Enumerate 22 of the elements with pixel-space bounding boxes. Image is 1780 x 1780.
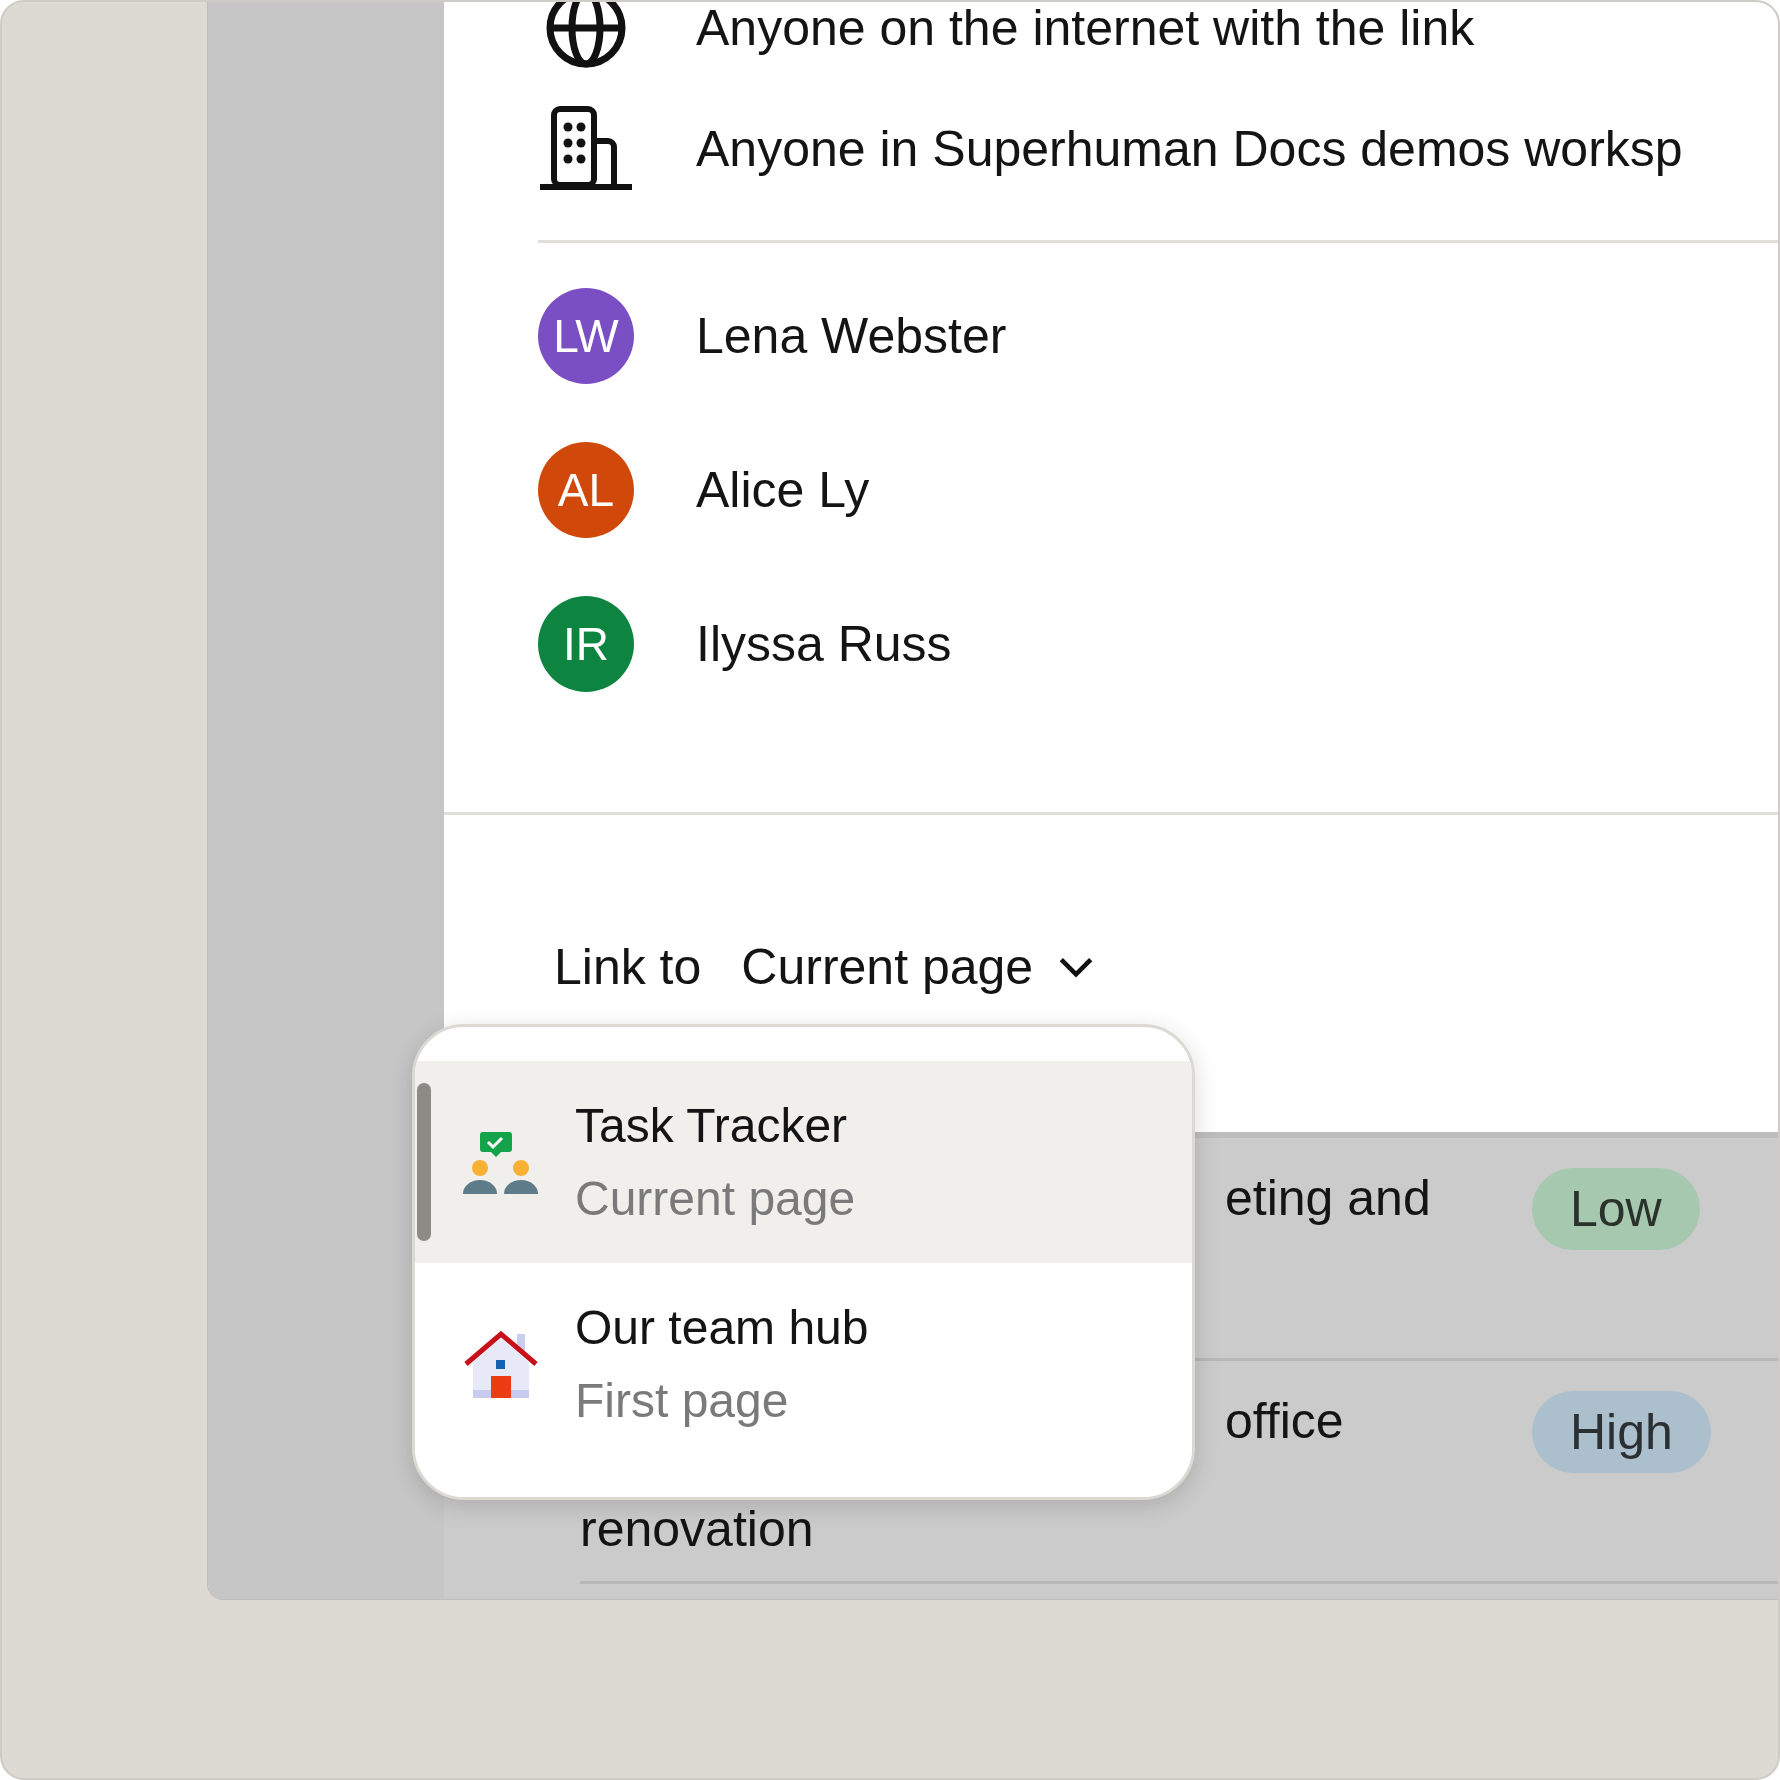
access-option[interactable]: Anyone on the internet with the link [696, 2, 1475, 58]
page-subtitle: First page [575, 1373, 790, 1428]
avatar: AL [538, 442, 634, 538]
page-picker[interactable]: Current page [741, 938, 1096, 996]
person-name: Ilyssa Russ [696, 615, 952, 674]
person-name: Lena Webster [696, 307, 1007, 366]
link-to-label: Link to [554, 938, 702, 997]
task-name: office [1225, 1392, 1344, 1451]
priority-tag: High [1532, 1391, 1711, 1473]
page-option[interactable]: Our team hub First page [415, 1263, 1192, 1465]
task-name: eting and [1225, 1169, 1431, 1228]
page-subtitle: Current page [575, 1171, 856, 1226]
avatar: LW [538, 288, 634, 384]
person-name: Alice Ly [696, 461, 870, 520]
page-title: Our team hub [575, 1300, 869, 1355]
task-name: renovation [580, 1500, 814, 1559]
scrollbar[interactable] [417, 1083, 431, 1241]
page-title: Task Tracker [575, 1098, 849, 1153]
access-option[interactable]: Anyone in Superhuman Docs demos worksp [696, 119, 1683, 179]
page-option[interactable]: Task Tracker Current page [415, 1061, 1192, 1263]
avatar: IR [538, 596, 634, 692]
priority-tag: Low [1532, 1168, 1700, 1250]
